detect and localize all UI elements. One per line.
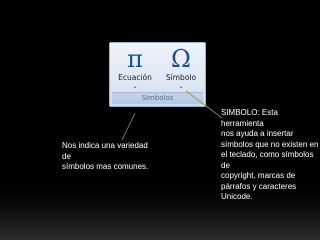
symbol-label: Símbolo [165,73,197,82]
pi-icon: π [127,45,143,73]
connector-line-equation [121,112,136,141]
equation-label: Ecuación [118,73,152,82]
equation-description: Nos indica una variedad de símbolos mas … [62,141,149,171]
symbol-description: SIMBOLO: Esta herramienta nos ayuda a in… [221,108,319,201]
omega-icon: Ω [171,45,191,73]
chevron-down-icon[interactable]: ⌄ [159,83,203,91]
chevron-down-icon[interactable]: ⌄ [113,83,157,91]
group-label: Símbolos [112,92,203,104]
ribbon-symbols-group: π Ecuación ⌄ Ω Símbolo ⌄ Símbolos [109,42,206,107]
slide: π Ecuación ⌄ Ω Símbolo ⌄ Símbolos SIMBOL… [0,0,320,240]
equation-button[interactable]: π Ecuación ⌄ [113,47,157,96]
symbol-button[interactable]: Ω Símbolo ⌄ [159,47,203,96]
